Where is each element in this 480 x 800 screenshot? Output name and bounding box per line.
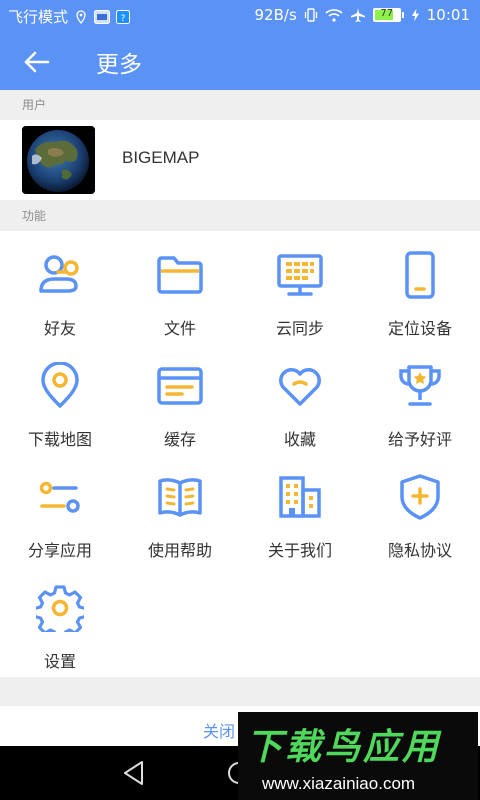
watermark: 下载鸟应用 www.xiazainiao.com [238,712,478,800]
book-icon [158,478,202,517]
battery-level: 77 [380,8,394,19]
battery-icon: 77 [372,8,404,22]
close-button[interactable]: 关闭 [203,718,235,742]
status-bar: 飞行模式 ? 92B/s 77 10:01 [0,0,480,32]
avatar[interactable] [22,126,95,194]
function-cloud-sync[interactable]: 云同步 [240,239,360,350]
functions-panel: 好友 文件 云同步 定位设备 下载地图 缓存 收藏 给予好评 分享应用 使用帮助… [0,231,480,677]
buildings-icon [279,476,321,518]
function-label: 云同步 [275,319,324,338]
function-label: 分享应用 [27,541,92,560]
map-pin-icon [41,362,79,408]
user-name: BIGEMAP [122,148,200,167]
globe-icon [22,126,95,194]
notification-icon [94,9,111,24]
gear-icon [36,585,84,632]
function-label: 设置 [43,652,76,671]
function-about-us[interactable]: 关于我们 [240,461,360,572]
share-sliders-icon [39,481,80,513]
phone-device-icon [405,251,435,299]
back-arrow-icon[interactable] [18,44,54,80]
function-label: 文件 [163,319,196,338]
function-files[interactable]: 文件 [120,239,240,350]
function-settings[interactable]: 设置 [0,572,120,683]
airplane-icon [350,8,365,22]
function-label: 关于我们 [267,541,332,560]
vibrate-icon [304,8,317,22]
function-label: 定位设备 [387,319,452,338]
app-bar: 更多 [0,32,480,90]
network-speed: 92B/s [254,6,297,24]
cache-icon [157,367,203,405]
function-help[interactable]: 使用帮助 [120,461,240,572]
svg-text:?: ? [121,14,126,24]
function-label: 收藏 [283,430,316,449]
app-icon: ? [116,9,131,24]
wifi-icon [325,9,343,22]
function-rate[interactable]: 给予好评 [360,350,480,461]
function-locate-device[interactable]: 定位设备 [360,239,480,350]
function-label: 给予好评 [387,430,452,449]
friends-icon [39,255,79,293]
function-download-map[interactable]: 下载地图 [0,350,120,461]
trophy-icon [399,365,441,406]
shield-icon [400,474,440,520]
section-label-user: 用户 [22,98,47,112]
function-cache[interactable]: 缓存 [120,350,240,461]
user-row[interactable]: BIGEMAP [0,120,480,200]
function-label: 好友 [43,319,76,338]
watermark-title: 下载鸟应用 [246,727,442,768]
section-label-functions: 功能 [22,209,47,223]
function-friends[interactable]: 好友 [0,239,120,350]
page-title: 更多 [96,52,142,78]
nav-back-icon[interactable] [120,758,148,788]
function-share-app[interactable]: 分享应用 [0,461,120,572]
function-label: 下载地图 [27,430,92,449]
watermark-url: www.xiazainiao.com [262,774,416,793]
clock: 10:01 [426,6,470,24]
function-label: 缓存 [163,430,196,449]
heart-icon [279,368,321,406]
folder-icon [157,256,203,294]
charging-icon [411,8,419,22]
location-icon [76,9,86,24]
function-label: 隐私协议 [387,541,452,560]
airplane-mode-text: 飞行模式 [8,8,69,26]
function-label: 使用帮助 [147,541,212,560]
cloud-sync-icon [277,254,323,296]
function-favorites[interactable]: 收藏 [240,350,360,461]
function-privacy[interactable]: 隐私协议 [360,461,480,572]
